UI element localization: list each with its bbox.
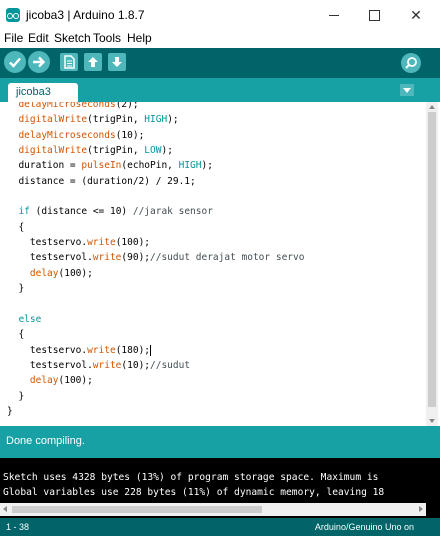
scroll-down-icon[interactable] xyxy=(429,419,435,423)
code-line-19: delay(100); xyxy=(29,375,93,387)
new-button[interactable] xyxy=(60,53,78,71)
board-info: Arduino/Genuino Uno on xyxy=(314,522,414,532)
text-caret xyxy=(150,344,152,356)
serial-monitor-button[interactable] xyxy=(401,53,421,73)
code-line-18: testservol.write(10);//sudut xyxy=(7,359,191,371)
code-line-20: } xyxy=(7,390,25,402)
console-text: Sketch uses 4328 bytes (13%) of program … xyxy=(3,470,384,500)
open-icon xyxy=(88,57,98,67)
menu-help[interactable]: Help xyxy=(127,31,152,45)
new-icon xyxy=(64,55,75,69)
code-line-1: delayMicroseconds(2); xyxy=(18,102,139,110)
menu-file[interactable]: File xyxy=(4,31,23,45)
code-line-8: if (distance <= 10) //jarak sensor xyxy=(18,206,213,218)
editor-vertical-scrollbar[interactable] xyxy=(426,102,438,426)
close-button[interactable]: ✕ xyxy=(396,0,436,30)
scroll-thumb-horizontal[interactable] xyxy=(12,506,262,513)
code-line-6: distance = (duration/2) / 29.1; xyxy=(7,175,196,187)
close-icon: ✕ xyxy=(410,7,422,23)
code-line-13: } xyxy=(7,283,25,295)
menu-tools[interactable]: Tools xyxy=(93,31,121,45)
title-bar: jicoba3 | Arduino 1.8.7 ✕ xyxy=(0,0,440,30)
minimize-icon xyxy=(329,15,339,16)
menu-sketch[interactable]: Sketch xyxy=(54,31,91,45)
status-bar: Done compiling. xyxy=(0,426,440,458)
tab-menu-dropdown-icon[interactable] xyxy=(400,84,414,96)
menu-edit[interactable]: Edit xyxy=(28,31,49,45)
code-line-4: digitalWrite(trigPin, LOW); xyxy=(18,145,173,157)
code-line-16: { xyxy=(7,329,25,341)
magnifier-icon xyxy=(405,57,417,69)
footer-bar: 1 - 38 Arduino/Genuino Uno on xyxy=(0,518,440,536)
window-title: jicoba3 | Arduino 1.8.7 xyxy=(26,8,145,22)
code-line-5: duration = pulseIn(echoPin, HIGH); xyxy=(7,160,213,172)
code-line-17: testservo.write(180); xyxy=(7,344,152,356)
code-text[interactable]: delayMicroseconds(2); digitalWrite(trigP… xyxy=(7,102,304,419)
console-line-1: Sketch uses 4328 bytes (13%) of program … xyxy=(3,472,379,483)
line-number: 1 - 38 xyxy=(6,522,30,532)
scroll-right-icon[interactable] xyxy=(419,506,423,512)
upload-icon xyxy=(33,56,46,68)
code-line-2: digitalWrite(trigPin, HIGH); xyxy=(18,114,179,126)
scroll-thumb[interactable] xyxy=(428,112,436,407)
open-button[interactable] xyxy=(84,53,102,71)
code-line-11: testservol.write(90);//sudut derajat mot… xyxy=(7,252,305,264)
code-line-12: delay(100); xyxy=(29,267,93,279)
maximize-button[interactable] xyxy=(354,0,394,30)
console-horizontal-scrollbar[interactable] xyxy=(0,503,426,516)
arduino-logo-icon xyxy=(6,8,20,22)
maximize-icon xyxy=(369,10,380,21)
code-line-9: { xyxy=(7,221,25,233)
verify-button[interactable] xyxy=(4,51,26,73)
save-icon xyxy=(112,57,122,67)
code-line-10: testservo.write(100); xyxy=(7,237,151,249)
toolbar xyxy=(0,48,440,78)
code-editor[interactable]: delayMicroseconds(2); digitalWrite(trigP… xyxy=(0,102,426,426)
tab-row: jicoba3 xyxy=(0,78,440,102)
save-button[interactable] xyxy=(108,53,126,71)
minimize-button[interactable] xyxy=(314,0,354,30)
code-line-15: else xyxy=(18,313,42,325)
code-line-3: delayMicroseconds(10); xyxy=(18,129,145,141)
status-message: Done compiling. xyxy=(6,435,85,447)
verify-icon xyxy=(9,57,21,68)
scroll-up-icon[interactable] xyxy=(429,105,435,109)
scroll-left-icon[interactable] xyxy=(3,506,7,512)
code-line-21: } xyxy=(7,405,13,417)
upload-button[interactable] xyxy=(28,51,50,73)
console-line-2: Global variables use 228 bytes (11%) of … xyxy=(3,487,385,498)
tab-jicoba3[interactable]: jicoba3 xyxy=(8,83,78,102)
menu-bar: File Edit Sketch Tools Help xyxy=(0,30,440,48)
